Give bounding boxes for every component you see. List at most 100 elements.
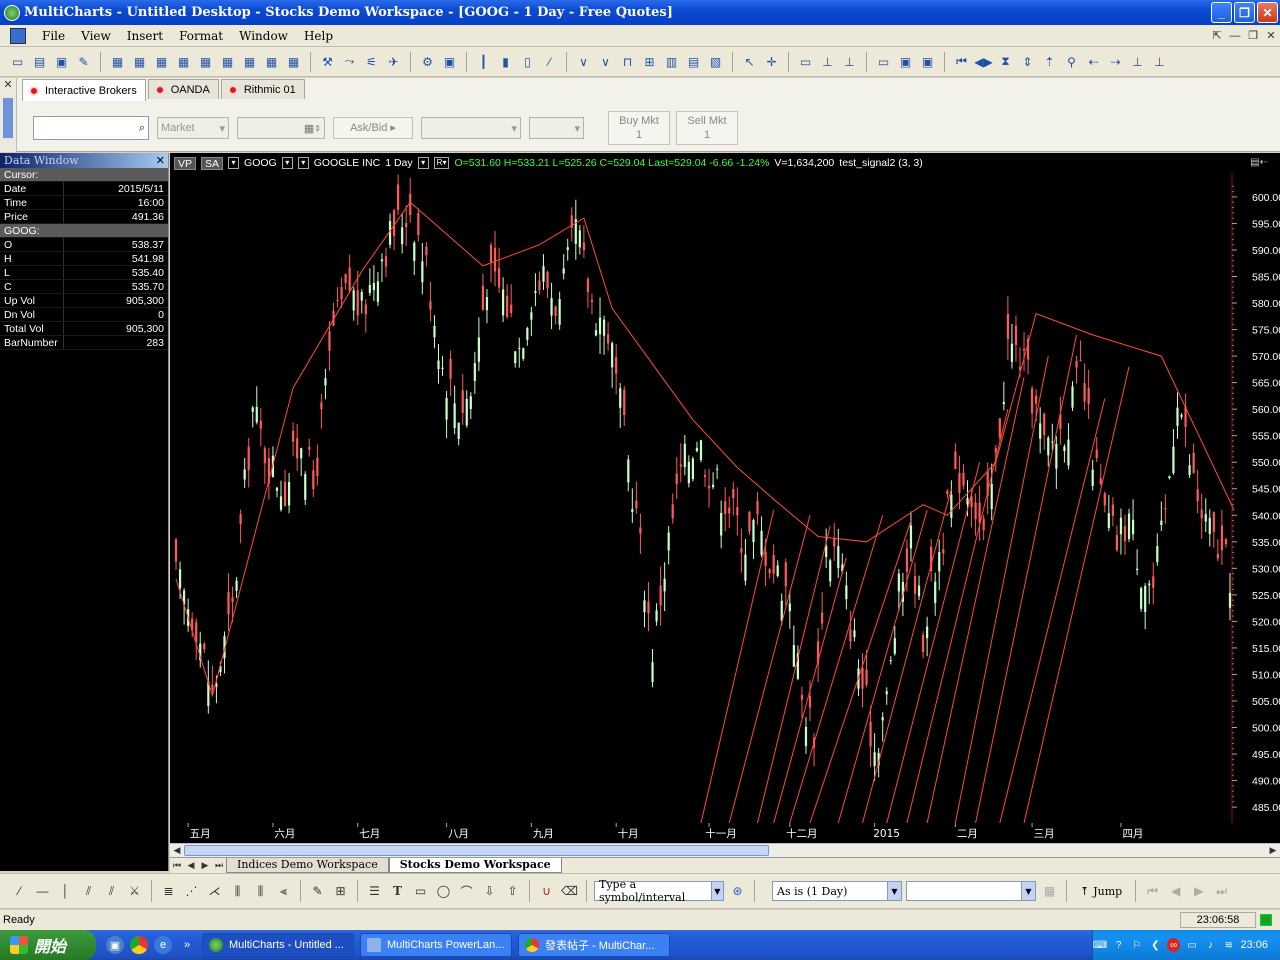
tray-expand-icon[interactable]: ❮ — [1149, 938, 1162, 952]
window-layout-9-icon[interactable]: ▦ — [284, 52, 303, 71]
fibonacci-icon[interactable]: ≣ — [159, 882, 178, 901]
symbol-interval-input[interactable]: Type a symbol/interval ▼ — [594, 878, 724, 904]
candlestick-icon[interactable]: ▮ — [496, 52, 515, 71]
chevron-down-icon[interactable]: ▼ — [710, 882, 723, 900]
eraser-icon[interactable]: ⌫ — [560, 882, 579, 901]
refresh-icon[interactable]: ⊛ — [728, 882, 747, 901]
price-chart[interactable]: 485.00 490.00 495.00 500.00 505.00 510.00 515.… — [170, 153, 1280, 843]
text-icon[interactable]: T — [388, 882, 407, 901]
expand-vertical-icon[interactable]: ⇕ — [1018, 52, 1037, 71]
undock-icon[interactable]: ⇱ — [1208, 29, 1226, 42]
chevron-down-icon[interactable]: ▼ — [1021, 882, 1035, 900]
description-dropdown[interactable]: ▾ — [297, 157, 309, 169]
r-button[interactable]: R▾ — [433, 157, 450, 169]
gann-icon[interactable]: ⚔ — [125, 882, 144, 901]
tif-select[interactable]: ▾ — [529, 117, 584, 139]
tab-oanda[interactable]: OANDA — [147, 79, 219, 99]
crosshair-icon[interactable]: ✛ — [762, 52, 781, 71]
strategy-icon[interactable]: ✈ — [384, 52, 403, 71]
hollow-candle-icon[interactable]: ▯ — [518, 52, 537, 71]
trendline-icon[interactable]: ⁄ — [10, 882, 29, 901]
rectangle-icon[interactable]: ▭ — [411, 882, 430, 901]
scroll-left-icon[interactable]: ⏮ — [952, 52, 971, 71]
text-list-icon[interactable]: ☰ — [365, 882, 384, 901]
prev-tab-icon[interactable]: ◀ — [184, 860, 198, 871]
mdi-minimize-button[interactable]: — — [1226, 30, 1244, 42]
taskbar-powerlanguage[interactable]: MultiCharts PowerLan... — [360, 933, 512, 957]
edit-icon[interactable]: ✎ — [74, 52, 93, 71]
start-button[interactable]: 開始 — [0, 930, 96, 960]
taskbar-multicharts[interactable]: MultiCharts - Untitled ... — [202, 933, 354, 957]
first-tab-icon[interactable]: ⏮ — [170, 860, 184, 871]
line-chart-icon[interactable]: ⁄ — [540, 52, 559, 71]
last-bar-icon[interactable]: ⏭ — [1212, 882, 1231, 901]
date-select[interactable]: ▼ — [906, 881, 1036, 901]
chart-window-icon[interactable]: ▭ — [874, 52, 893, 71]
zoom-in-icon[interactable]: ⧗ — [996, 52, 1015, 71]
settings-icon[interactable]: ▣ — [440, 52, 459, 71]
buy-market-button[interactable]: Buy Mkt 1 — [608, 111, 670, 145]
last-tab-icon[interactable]: ⏭ — [212, 860, 226, 871]
profile-icon[interactable]: ▥ — [662, 52, 681, 71]
sell-market-button[interactable]: Sell Mkt 1 — [676, 111, 738, 145]
help-icon[interactable]: ? — [1112, 938, 1125, 952]
close-icon[interactable]: ✕ — [156, 154, 165, 167]
fib-fan-icon[interactable]: ⋰ — [182, 882, 201, 901]
wifi-icon[interactable]: ≋ — [1222, 938, 1235, 952]
cycle-lines-icon[interactable]: ⫼ — [251, 882, 270, 901]
sa-toggle[interactable]: SA — [201, 156, 224, 170]
window-layout-2-icon[interactable]: ▦ — [130, 52, 149, 71]
document-icon[interactable] — [10, 27, 26, 44]
point-figure-icon[interactable]: ∨ — [574, 52, 593, 71]
order-2-icon[interactable]: ⊥ — [1150, 52, 1169, 71]
chart-horizontal-scrollbar[interactable]: ◀ ▶ — [170, 843, 1280, 857]
more-quick-launch-icon[interactable]: » — [178, 936, 196, 954]
scroll-thumb[interactable] — [184, 845, 769, 856]
chrome-icon[interactable] — [130, 936, 148, 954]
close-button[interactable]: ✕ — [1257, 2, 1278, 23]
magnet-icon[interactable]: ∪ — [537, 882, 556, 901]
order-type-select[interactable]: Market ▾ — [157, 117, 229, 139]
fib-time-zones-icon[interactable]: ⫼ — [228, 882, 247, 901]
window-layout-7-icon[interactable]: ▦ — [240, 52, 259, 71]
window-layout-5-icon[interactable]: ▦ — [196, 52, 215, 71]
price-marker-icon[interactable]: ⊥ — [818, 52, 837, 71]
mdi-restore-button[interactable]: ❐ — [1244, 29, 1262, 42]
alert-icon[interactable]: ⊥ — [840, 52, 859, 71]
monitor-icon[interactable]: ▭ — [1185, 938, 1198, 952]
window-layout-3-icon[interactable]: ▦ — [152, 52, 171, 71]
arc-icon[interactable]: ⌒ — [457, 882, 476, 901]
format-icon[interactable]: ⚙ — [418, 52, 437, 71]
jump-button[interactable]: ⤒ Jump — [1074, 885, 1128, 898]
volume-icon[interactable]: ♪ — [1204, 938, 1217, 952]
interval-dropdown[interactable]: ▾ — [417, 157, 429, 169]
renko-icon[interactable]: ∨ — [596, 52, 615, 71]
volume-icon[interactable]: ⊞ — [640, 52, 659, 71]
cursor-arrow-icon[interactable]: ↖ — [740, 52, 759, 71]
pencil-icon[interactable]: ✎ — [308, 882, 327, 901]
ruler-icon[interactable]: ⫽ — [102, 882, 121, 901]
prev-bar-icon[interactable]: ◀ — [1166, 882, 1185, 901]
move-right-icon[interactable]: ⇢ — [1106, 52, 1125, 71]
market-depth-icon[interactable]: ▤ — [684, 52, 703, 71]
symbol-dropdown[interactable]: ▾ — [281, 157, 293, 169]
chart-canvas[interactable]: 485.00 490.00 495.00 500.00 505.00 510.00 515.… — [170, 153, 1280, 843]
arrow-up-icon[interactable]: ⇧ — [503, 882, 522, 901]
scanner-icon[interactable]: ▣ — [896, 52, 915, 71]
scroll-right-arrow[interactable]: ▶ — [1266, 844, 1280, 857]
tab-indices-demo-workspace[interactable]: Indices Demo Workspace — [226, 858, 389, 873]
kagi-icon[interactable]: ⊓ — [618, 52, 637, 71]
pin-icon[interactable]: ⚲ — [1062, 52, 1081, 71]
window-layout-4-icon[interactable]: ▦ — [174, 52, 193, 71]
open-folder-icon[interactable]: ▤ — [30, 52, 49, 71]
price-mode-button[interactable]: Ask/Bid ▸ — [333, 117, 413, 139]
insert-study-icon[interactable]: ⚒ — [318, 52, 337, 71]
arrow-down-icon[interactable]: ⇩ — [480, 882, 499, 901]
menu-file[interactable]: File — [34, 29, 73, 43]
zoom-out-icon[interactable]: ◀▶ — [974, 52, 993, 71]
network-icon[interactable]: ⚐ — [1130, 938, 1143, 952]
vp-toggle[interactable]: VP — [174, 156, 197, 170]
dom-icon[interactable]: ▣ — [918, 52, 937, 71]
save-icon[interactable]: ▣ — [52, 52, 71, 71]
maximize-button[interactable]: ❐ — [1234, 2, 1255, 23]
